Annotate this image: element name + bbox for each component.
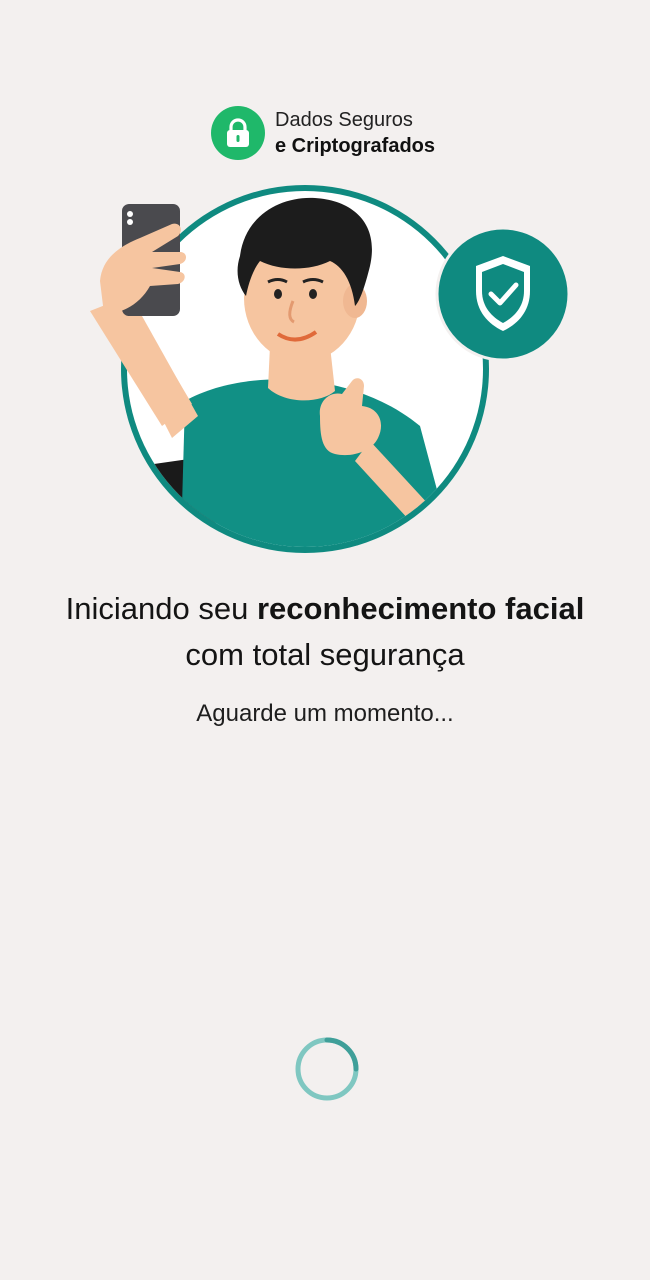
page-title: Iniciando seu reconhecimento facial com …: [0, 586, 650, 678]
person-selfie-illustration: [80, 176, 580, 576]
title-part1: Iniciando seu: [65, 591, 257, 626]
title-line2: com total segurança: [185, 637, 465, 672]
badge-subtitle: e Criptografados: [275, 135, 436, 157]
wait-message: Aguarde um momento...: [196, 700, 454, 727]
loading-spinner-icon: [294, 1036, 360, 1102]
lock-icon: [211, 106, 265, 160]
title-bold: reconhecimento facial: [256, 591, 585, 626]
badge-title: Dados Seguros: [275, 109, 413, 131]
secure-data-badge: Dados Seguros e Criptografados: [211, 106, 435, 160]
